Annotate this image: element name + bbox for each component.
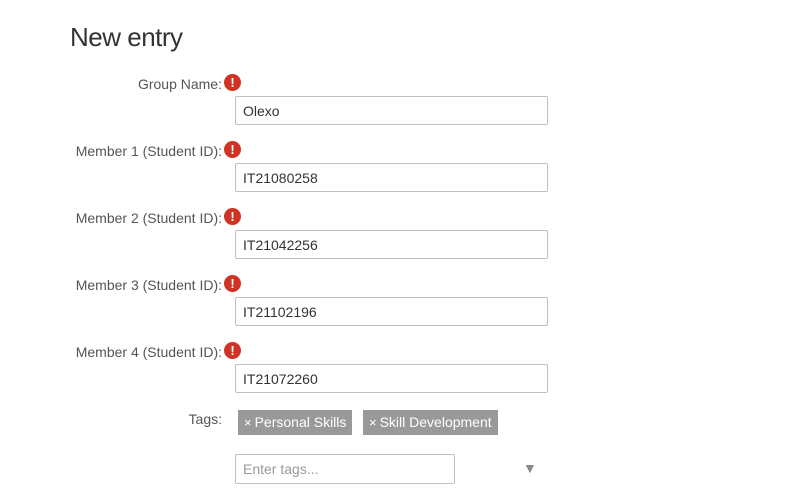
member-4-label: Member 4 (Student ID):: [75, 344, 222, 360]
tag-chip-text: Personal Skills: [254, 414, 347, 430]
member-2-label: Member 2 (Student ID):: [75, 210, 222, 226]
member-2-input[interactable]: [235, 230, 548, 259]
tag-chip-personal-skills: × Personal Skills: [238, 410, 353, 435]
member-3-input[interactable]: [235, 297, 548, 326]
required-exclamation-icon: !: [224, 141, 241, 158]
page-title: New entry: [70, 22, 183, 52]
member-1-input[interactable]: [235, 163, 548, 192]
tags-input[interactable]: [235, 454, 455, 484]
remove-tag-icon[interactable]: ×: [369, 415, 377, 430]
required-exclamation-icon: !: [224, 342, 241, 359]
member-3-label: Member 3 (Student ID):: [75, 277, 222, 293]
required-exclamation-icon: !: [224, 74, 241, 91]
group-name-input[interactable]: [235, 96, 548, 125]
group-name-label: Group Name:: [137, 76, 222, 92]
member-4-input[interactable]: [235, 364, 548, 393]
dropdown-triangle-icon[interactable]: ▼: [523, 460, 537, 476]
required-exclamation-icon: !: [224, 275, 241, 292]
tag-chip-skill-development: × Skill Development: [363, 410, 498, 435]
required-exclamation-icon: !: [224, 208, 241, 225]
remove-tag-icon[interactable]: ×: [244, 415, 252, 430]
tag-chip-text: Skill Development: [379, 414, 492, 430]
member-1-label: Member 1 (Student ID):: [75, 143, 222, 159]
tags-label: Tags:: [188, 411, 222, 427]
